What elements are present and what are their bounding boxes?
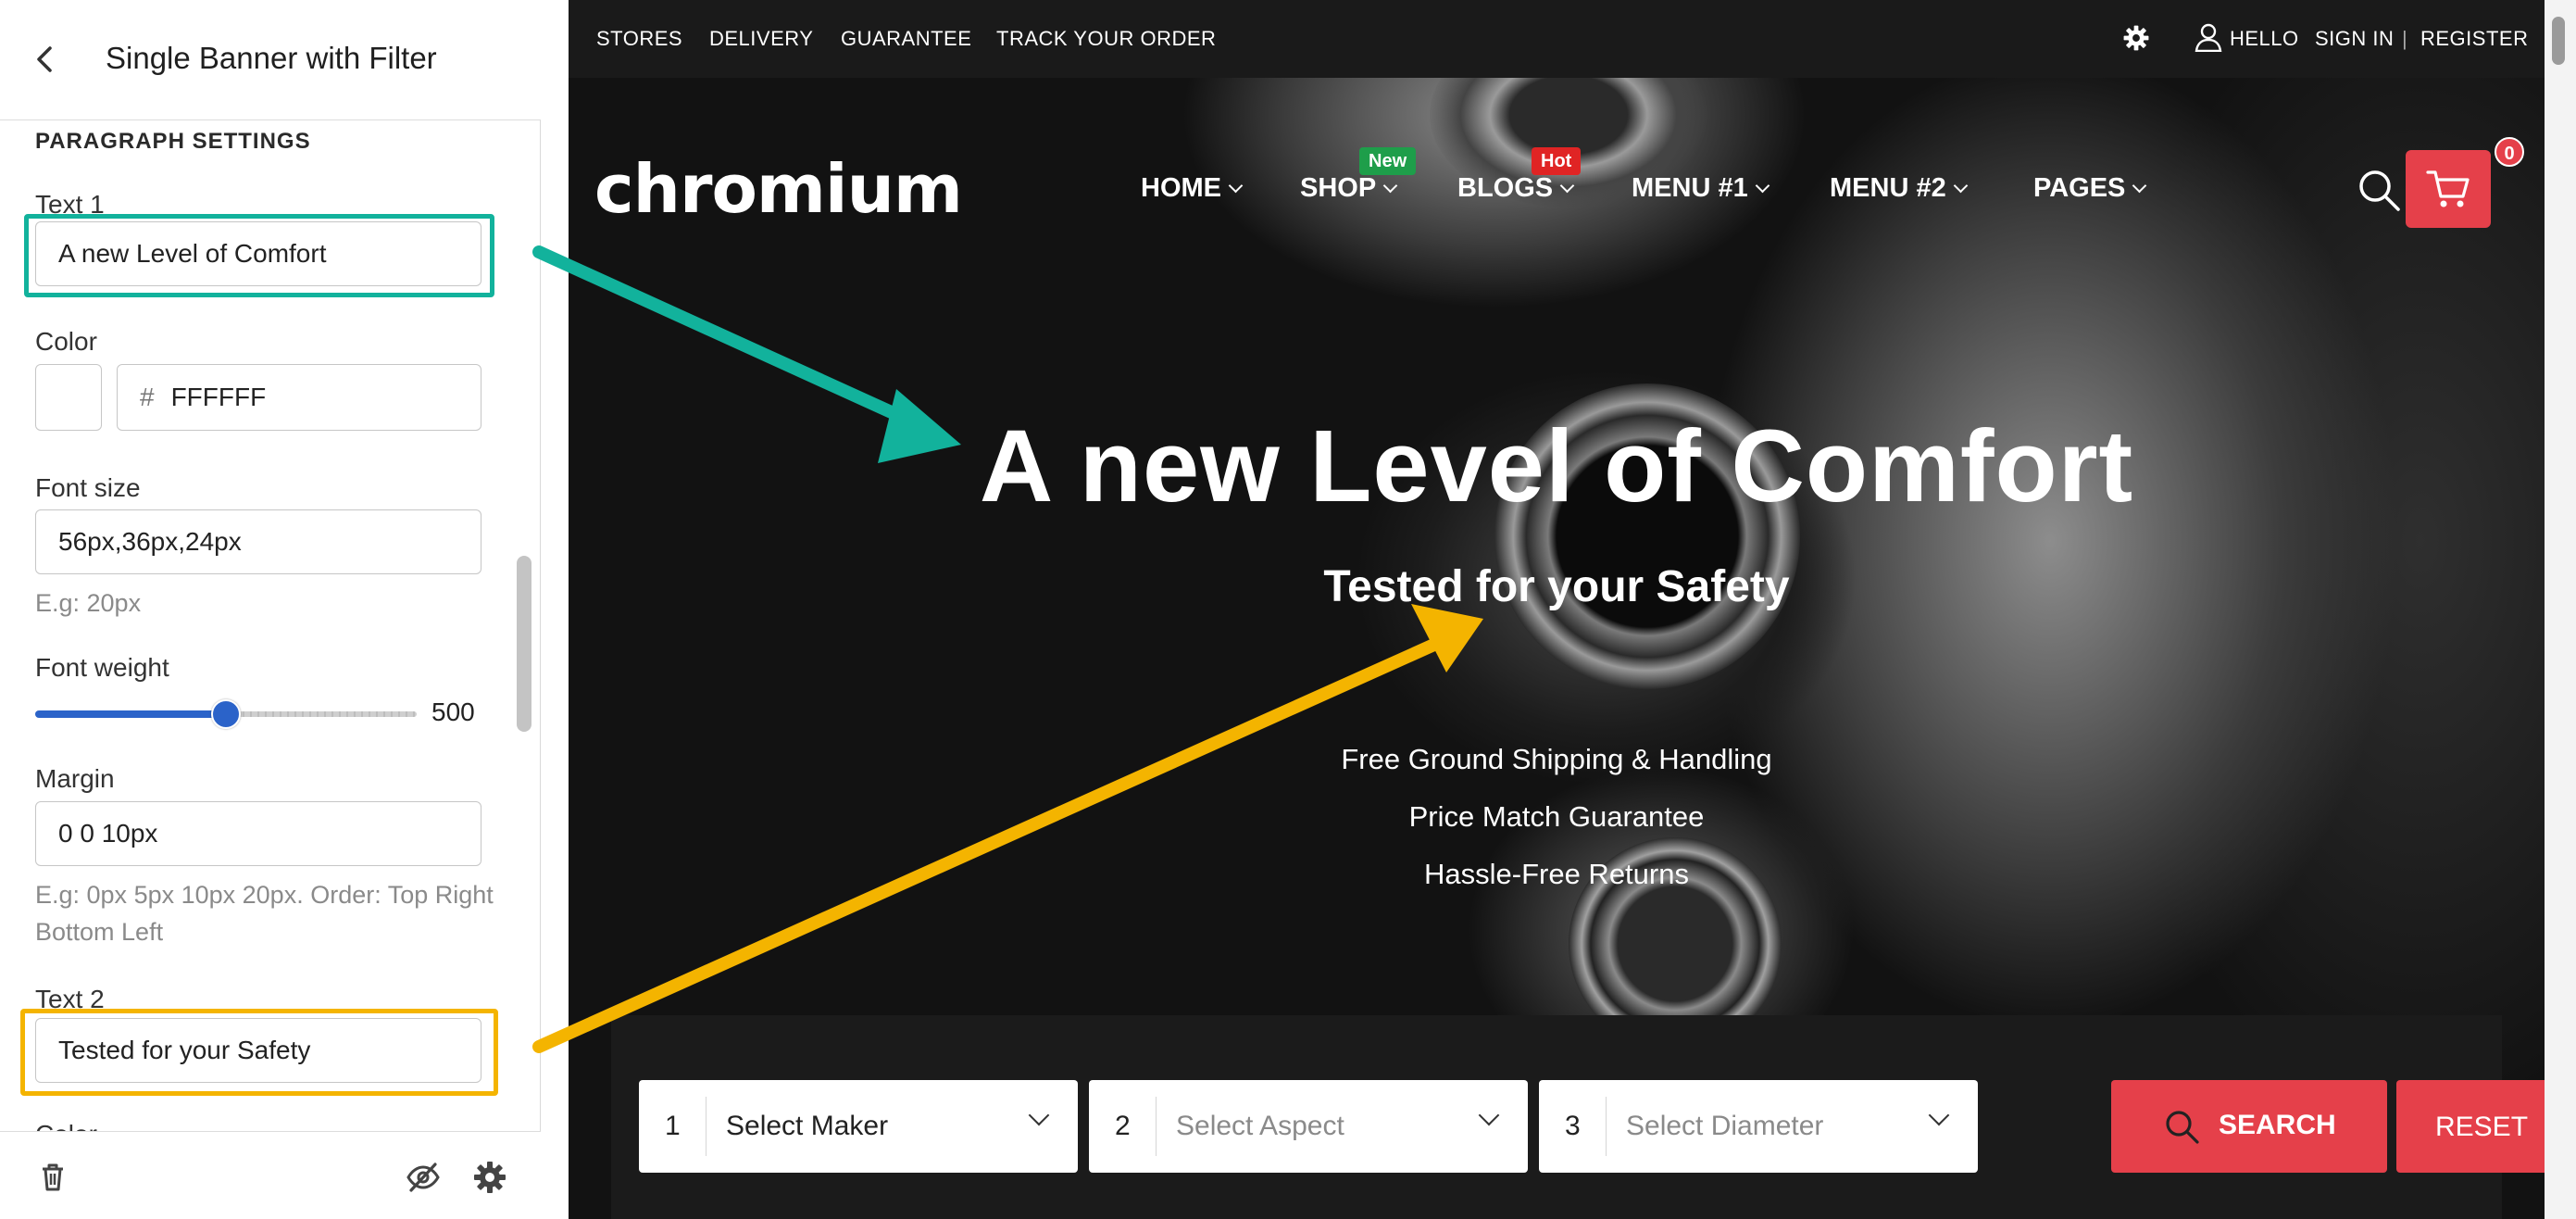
text2-input[interactable]: Tested for your Safety: [35, 1018, 481, 1083]
color-swatch[interactable]: [35, 364, 102, 431]
topbar-register[interactable]: REGISTER: [2420, 27, 2528, 51]
topbar-link-delivery[interactable]: DELIVERY: [709, 27, 813, 51]
margin-input[interactable]: 0 0 10px: [35, 801, 481, 866]
chevron-down-icon: [1928, 1104, 1950, 1126]
chevron-down-icon: [1028, 1104, 1050, 1126]
storefront-preview: STORES DELIVERY GUARANTEE TRACK YOUR ORD…: [569, 0, 2545, 1219]
hex-value: FFFFFF: [170, 383, 267, 411]
margin-label: Margin: [35, 764, 115, 793]
nav-menu-2[interactable]: MENU #2: [1830, 173, 1968, 204]
nav-shop[interactable]: SHOP: [1300, 173, 1398, 204]
nav-home[interactable]: HOME: [1141, 173, 1244, 204]
search-button[interactable]: SEARCH: [2111, 1080, 2387, 1173]
font-weight-label: Font weight: [35, 653, 169, 682]
nav-menu-2-label: MENU #2: [1830, 173, 1946, 203]
hero-feature: Free Ground Shipping & Handling: [1341, 743, 1772, 775]
topbar-link-guarantee[interactable]: GUARANTEE: [841, 27, 971, 51]
hero-subhead: Tested for your Safety: [1323, 562, 1790, 611]
hero-feature: Hassle-Free Returns: [1424, 858, 1689, 890]
gear-icon[interactable]: [2122, 24, 2150, 52]
search-icon: [2166, 1111, 2199, 1144]
chevron-down-icon: [1228, 178, 1244, 194]
chevron-down-icon: [1478, 1104, 1500, 1126]
nav-blogs-label: BLOGS: [1457, 173, 1554, 203]
nav-menu-1[interactable]: MENU #1: [1632, 173, 1769, 204]
reset-button[interactable]: RESET: [2396, 1080, 2545, 1173]
select-divider: [1606, 1097, 1607, 1156]
chevron-down-icon: [1382, 178, 1398, 194]
chevron-down-icon: [1755, 178, 1769, 194]
select-diameter[interactable]: 3 Select Diameter: [1539, 1080, 1978, 1173]
select-divider: [706, 1097, 707, 1156]
badge-new: New: [1359, 147, 1417, 175]
trash-icon[interactable]: [35, 1160, 70, 1195]
search-button-label: SEARCH: [2219, 1110, 2336, 1140]
next-color-label: Color: [35, 1120, 97, 1131]
select-divider: [1156, 1097, 1157, 1156]
reset-button-label: RESET: [2435, 1112, 2529, 1142]
user-icon[interactable]: [2195, 22, 2222, 52]
select-step-number: 2: [1115, 1111, 1131, 1141]
store-logo[interactable]: chromium: [594, 150, 963, 228]
select-aspect[interactable]: 2 Select Aspect: [1089, 1080, 1528, 1173]
hero-headline: A new Level of Comfort: [979, 409, 2134, 523]
cart-count-badge: 0: [2495, 137, 2524, 167]
text1-input[interactable]: A new Level of Comfort: [35, 221, 481, 286]
gear-icon[interactable]: [472, 1160, 507, 1195]
nav-menu-1-label: MENU #1: [1632, 173, 1748, 203]
select-step-number: 3: [1565, 1111, 1581, 1141]
topbar-link-stores[interactable]: STORES: [596, 27, 682, 51]
topbar-hello: HELLO: [2230, 27, 2299, 50]
cart-button[interactable]: [2406, 150, 2491, 228]
topbar-sign-in[interactable]: SIGN IN: [2315, 27, 2394, 51]
hero-feature: Price Match Guarantee: [1408, 800, 1705, 833]
select-aspect-text: Select Aspect: [1176, 1111, 1344, 1141]
panel-footer: [0, 1131, 541, 1219]
select-diameter-text: Select Diameter: [1626, 1111, 1824, 1141]
color-hex-input[interactable]: # FFFFFF: [117, 364, 481, 431]
section-title: PARAGRAPH SETTINGS: [35, 129, 311, 154]
nav-shop-label: SHOP: [1300, 173, 1377, 203]
hex-hash: #: [140, 383, 155, 411]
font-size-hint: E.g: 20px: [35, 589, 142, 617]
chevron-down-icon: [2132, 178, 2147, 194]
badge-hot: Hot: [1532, 147, 1582, 175]
select-step-number: 1: [665, 1111, 681, 1141]
select-maker-text: Select Maker: [726, 1111, 889, 1141]
panel-title: Single Banner with Filter: [106, 41, 437, 75]
preview-scrollbar-thumb[interactable]: [2552, 17, 2565, 65]
nav-home-label: HOME: [1141, 173, 1221, 203]
topbar-separator: |: [2402, 27, 2408, 50]
font-size-label: Font size: [35, 473, 141, 502]
select-maker[interactable]: 1 Select Maker: [639, 1080, 1078, 1173]
font-weight-slider-fill: [35, 710, 226, 718]
panel-body: PARAGRAPH SETTINGS Text 1 A new Level of…: [0, 121, 541, 1131]
font-weight-slider-thumb[interactable]: [211, 699, 241, 729]
font-size-input[interactable]: 56px,36px,24px: [35, 509, 481, 574]
search-icon[interactable]: [2356, 167, 2402, 213]
margin-hint: E.g: 0px 5px 10px 20px. Order: Top Right…: [35, 881, 494, 946]
chevron-down-icon: [1559, 178, 1575, 194]
eye-off-icon[interactable]: [406, 1160, 441, 1195]
chevron-down-icon: [1953, 178, 1968, 194]
font-weight-value: 500: [431, 697, 475, 726]
nav-blogs[interactable]: BLOGS: [1457, 173, 1575, 204]
panel-scrollbar[interactable]: [517, 556, 531, 732]
back-arrow-icon[interactable]: [28, 41, 65, 78]
nav-pages-label: PAGES: [2033, 173, 2126, 203]
top-utility-bar: STORES DELIVERY GUARANTEE TRACK YOUR ORD…: [569, 0, 2545, 78]
preview-scrollbar-gutter: [2545, 0, 2576, 1219]
filter-bar: 1 Select Maker 2 Select Aspect 3 Select …: [611, 1015, 2545, 1219]
cart-icon: [2426, 170, 2470, 207]
nav-pages[interactable]: PAGES: [2033, 173, 2147, 204]
settings-panel: Single Banner with Filter PARAGRAPH SETT…: [0, 0, 541, 1219]
topbar-link-track-order[interactable]: TRACK YOUR ORDER: [996, 27, 1216, 51]
color-label: Color: [35, 327, 97, 356]
panel-header: Single Banner with Filter: [0, 0, 541, 120]
